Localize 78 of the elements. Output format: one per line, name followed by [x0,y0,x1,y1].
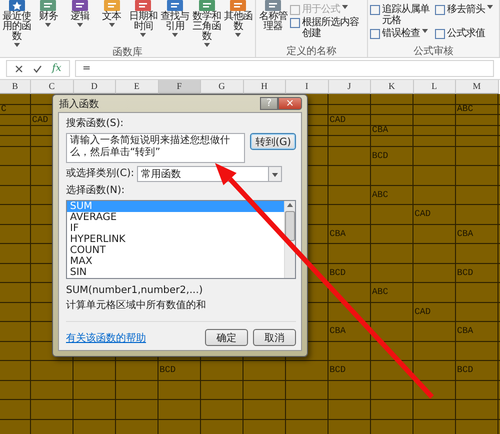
function-signature: SUM(number1,number2,...) [66,285,204,297]
table-cell: ABC [372,190,388,200]
group-label: 公式审核 [412,46,454,57]
table-cell: CBA [457,326,474,336]
table-cell: CAD [414,209,431,220]
ribbon-button[interactable]: 财务 [34,0,64,27]
table-cell: C [1,104,6,114]
tool-icon [370,29,380,39]
list-item[interactable]: MAX [67,256,284,267]
table-cell: BCD [457,268,474,278]
search-field[interactable]: 请输入一条简短说明来描述您想做什么，然后单击“转到” [66,133,246,163]
column-header[interactable]: L [414,80,456,94]
table-cell: BCD [372,150,388,161]
go-button[interactable]: 转到(G) [250,133,296,150]
check-icon[interactable] [33,64,42,72]
column-header[interactable]: F [158,80,201,94]
tool-icon [435,29,445,39]
scroll-up-icon[interactable] [287,203,293,207]
function-description: 计算单元格区域中所有数值的和 [66,300,207,312]
function-label: 选择函数(N): [66,185,126,197]
table-cell: BCD [457,365,474,376]
table-cell: CBA [330,326,346,336]
column-header[interactable]: I [286,80,328,94]
table-cell: CBA [330,228,346,239]
list-item[interactable]: IF [67,223,284,234]
column-header[interactable]: B [0,80,31,94]
ok-button[interactable]: 确定 [205,329,248,346]
ribbon-button[interactable]: 最近使用的函数 [2,0,32,47]
group-label: 函数库 [112,47,144,58]
ribbon-button[interactable]: 日期和时间 [128,0,158,37]
column-header[interactable]: K [371,80,414,94]
ribbon-button[interactable]: 文本 [96,0,126,27]
dropdown-arrow-icon [272,172,278,176]
category-dropdown[interactable]: 常用函数 [137,166,282,182]
search-label: 搜索函数(S): [66,118,125,130]
column-header[interactable]: M [456,80,498,94]
table-cell: CBA [372,125,388,136]
help-link[interactable]: 有关该函数的帮助 [66,330,200,344]
dialog-title: 插入函数 [59,98,100,110]
column-header[interactable]: D [74,80,116,94]
table-cell: BCD [160,365,176,376]
list-item[interactable]: HYPERLINK [67,234,284,245]
ribbon-button[interactable]: 数学和三角函数 [192,0,222,47]
ribbon-button[interactable]: 逻辑 [65,0,95,27]
column-header[interactable]: J [328,80,371,94]
table-cell: BCD [330,365,346,376]
column-header[interactable]: G [201,80,244,94]
table-cell: CAD [414,306,431,317]
table-cell: CAD [330,114,346,125]
ribbon-item[interactable]: 移去箭头 [435,4,497,26]
table-cell: CAD [32,114,48,125]
column-header[interactable]: E [116,80,158,94]
table-cell: CBA [457,228,474,239]
table-cell: ABC [372,287,388,298]
scrollbar[interactable] [284,201,295,278]
ribbon-item[interactable]: 错误检查 [370,28,432,39]
table-cell: BCD [330,268,346,278]
tool-icon [435,5,445,15]
column-header[interactable]: H [244,80,286,94]
list-item[interactable]: AVERAGE [67,212,284,223]
insert-function-button[interactable]: fx [52,63,62,74]
close-button[interactable]: × [278,97,302,110]
cancel-button[interactable]: 取消 [253,329,296,346]
ribbon-button[interactable]: 查找与引用 [160,0,190,37]
ribbon-button[interactable]: 名称管理器 [258,0,288,32]
list-item[interactable]: COUNT [67,245,284,256]
cancel-icon[interactable] [15,64,23,72]
group-label: 定义的名称 [286,46,338,57]
formula-field[interactable]: = [75,60,494,77]
category-label: 或选择类别(C): [66,168,134,180]
list-item[interactable]: SIN [67,267,284,278]
ribbon-item[interactable]: 根据所选内容创建 [290,17,365,39]
ribbon-item[interactable]: 公式求值 [435,28,497,39]
ribbon-button[interactable]: 其他函数 [223,0,253,37]
tool-icon [370,5,380,15]
column-header[interactable]: C [31,80,74,94]
ribbon-item[interactable]: 追踪从属单元格 [370,4,432,26]
table-cell: ABC [457,104,474,114]
